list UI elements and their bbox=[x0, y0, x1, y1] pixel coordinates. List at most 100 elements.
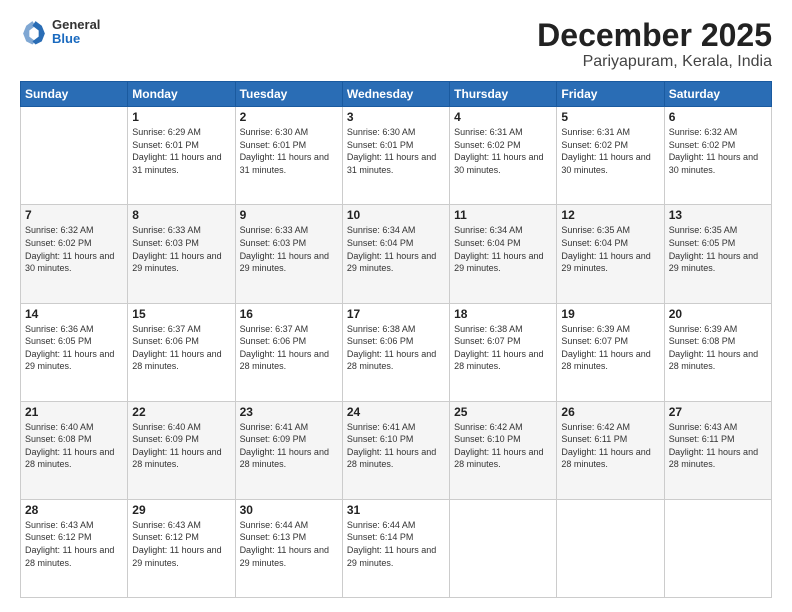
calendar-title: December 2025 bbox=[537, 18, 772, 53]
day-number: 7 bbox=[25, 208, 123, 222]
calendar-week-4: 28 Sunrise: 6:43 AM Sunset: 6:12 PM Dayl… bbox=[21, 499, 772, 597]
day-info: Sunrise: 6:42 AM Sunset: 6:10 PM Dayligh… bbox=[454, 421, 552, 471]
day-number: 11 bbox=[454, 208, 552, 222]
calendar-cell: 8 Sunrise: 6:33 AM Sunset: 6:03 PM Dayli… bbox=[128, 205, 235, 303]
day-number: 21 bbox=[25, 405, 123, 419]
weekday-header-monday: Monday bbox=[128, 82, 235, 107]
logo-blue-text: Blue bbox=[52, 32, 100, 46]
header: General Blue December 2025 Pariyapuram, … bbox=[20, 18, 772, 71]
day-number: 10 bbox=[347, 208, 445, 222]
calendar-cell: 3 Sunrise: 6:30 AM Sunset: 6:01 PM Dayli… bbox=[342, 107, 449, 205]
weekday-header-tuesday: Tuesday bbox=[235, 82, 342, 107]
calendar-cell: 9 Sunrise: 6:33 AM Sunset: 6:03 PM Dayli… bbox=[235, 205, 342, 303]
day-info: Sunrise: 6:38 AM Sunset: 6:06 PM Dayligh… bbox=[347, 323, 445, 373]
calendar-week-0: 1 Sunrise: 6:29 AM Sunset: 6:01 PM Dayli… bbox=[21, 107, 772, 205]
day-info: Sunrise: 6:36 AM Sunset: 6:05 PM Dayligh… bbox=[25, 323, 123, 373]
day-number: 29 bbox=[132, 503, 230, 517]
weekday-header-saturday: Saturday bbox=[664, 82, 771, 107]
calendar-cell: 7 Sunrise: 6:32 AM Sunset: 6:02 PM Dayli… bbox=[21, 205, 128, 303]
day-number: 4 bbox=[454, 110, 552, 124]
calendar-cell: 24 Sunrise: 6:41 AM Sunset: 6:10 PM Dayl… bbox=[342, 401, 449, 499]
weekday-header-friday: Friday bbox=[557, 82, 664, 107]
day-number: 6 bbox=[669, 110, 767, 124]
day-info: Sunrise: 6:30 AM Sunset: 6:01 PM Dayligh… bbox=[347, 126, 445, 176]
calendar-cell: 11 Sunrise: 6:34 AM Sunset: 6:04 PM Dayl… bbox=[450, 205, 557, 303]
day-number: 24 bbox=[347, 405, 445, 419]
calendar-cell: 27 Sunrise: 6:43 AM Sunset: 6:11 PM Dayl… bbox=[664, 401, 771, 499]
day-info: Sunrise: 6:33 AM Sunset: 6:03 PM Dayligh… bbox=[132, 224, 230, 274]
day-info: Sunrise: 6:41 AM Sunset: 6:10 PM Dayligh… bbox=[347, 421, 445, 471]
calendar-cell: 6 Sunrise: 6:32 AM Sunset: 6:02 PM Dayli… bbox=[664, 107, 771, 205]
calendar-cell: 17 Sunrise: 6:38 AM Sunset: 6:06 PM Dayl… bbox=[342, 303, 449, 401]
day-number: 14 bbox=[25, 307, 123, 321]
calendar-cell: 22 Sunrise: 6:40 AM Sunset: 6:09 PM Dayl… bbox=[128, 401, 235, 499]
calendar-body: 1 Sunrise: 6:29 AM Sunset: 6:01 PM Dayli… bbox=[21, 107, 772, 598]
day-info: Sunrise: 6:35 AM Sunset: 6:05 PM Dayligh… bbox=[669, 224, 767, 274]
weekday-header-sunday: Sunday bbox=[21, 82, 128, 107]
day-number: 5 bbox=[561, 110, 659, 124]
calendar-week-2: 14 Sunrise: 6:36 AM Sunset: 6:05 PM Dayl… bbox=[21, 303, 772, 401]
calendar-cell: 1 Sunrise: 6:29 AM Sunset: 6:01 PM Dayli… bbox=[128, 107, 235, 205]
calendar-cell bbox=[557, 499, 664, 597]
day-number: 16 bbox=[240, 307, 338, 321]
day-info: Sunrise: 6:29 AM Sunset: 6:01 PM Dayligh… bbox=[132, 126, 230, 176]
calendar-cell: 16 Sunrise: 6:37 AM Sunset: 6:06 PM Dayl… bbox=[235, 303, 342, 401]
day-number: 2 bbox=[240, 110, 338, 124]
day-number: 30 bbox=[240, 503, 338, 517]
calendar-cell: 5 Sunrise: 6:31 AM Sunset: 6:02 PM Dayli… bbox=[557, 107, 664, 205]
day-info: Sunrise: 6:32 AM Sunset: 6:02 PM Dayligh… bbox=[669, 126, 767, 176]
day-info: Sunrise: 6:34 AM Sunset: 6:04 PM Dayligh… bbox=[347, 224, 445, 274]
calendar-cell: 14 Sunrise: 6:36 AM Sunset: 6:05 PM Dayl… bbox=[21, 303, 128, 401]
day-info: Sunrise: 6:44 AM Sunset: 6:14 PM Dayligh… bbox=[347, 519, 445, 569]
day-info: Sunrise: 6:37 AM Sunset: 6:06 PM Dayligh… bbox=[240, 323, 338, 373]
calendar-cell: 28 Sunrise: 6:43 AM Sunset: 6:12 PM Dayl… bbox=[21, 499, 128, 597]
day-info: Sunrise: 6:34 AM Sunset: 6:04 PM Dayligh… bbox=[454, 224, 552, 274]
calendar-cell: 15 Sunrise: 6:37 AM Sunset: 6:06 PM Dayl… bbox=[128, 303, 235, 401]
logo-general-text: General bbox=[52, 18, 100, 32]
calendar-cell: 30 Sunrise: 6:44 AM Sunset: 6:13 PM Dayl… bbox=[235, 499, 342, 597]
day-info: Sunrise: 6:40 AM Sunset: 6:08 PM Dayligh… bbox=[25, 421, 123, 471]
day-number: 31 bbox=[347, 503, 445, 517]
calendar-cell: 21 Sunrise: 6:40 AM Sunset: 6:08 PM Dayl… bbox=[21, 401, 128, 499]
day-number: 23 bbox=[240, 405, 338, 419]
calendar-cell: 4 Sunrise: 6:31 AM Sunset: 6:02 PM Dayli… bbox=[450, 107, 557, 205]
day-info: Sunrise: 6:37 AM Sunset: 6:06 PM Dayligh… bbox=[132, 323, 230, 373]
day-number: 13 bbox=[669, 208, 767, 222]
day-number: 18 bbox=[454, 307, 552, 321]
logo: General Blue bbox=[20, 18, 100, 47]
calendar-subtitle: Pariyapuram, Kerala, India bbox=[537, 53, 772, 71]
day-number: 1 bbox=[132, 110, 230, 124]
day-number: 25 bbox=[454, 405, 552, 419]
day-number: 19 bbox=[561, 307, 659, 321]
calendar-cell: 10 Sunrise: 6:34 AM Sunset: 6:04 PM Dayl… bbox=[342, 205, 449, 303]
day-number: 3 bbox=[347, 110, 445, 124]
day-info: Sunrise: 6:42 AM Sunset: 6:11 PM Dayligh… bbox=[561, 421, 659, 471]
day-number: 12 bbox=[561, 208, 659, 222]
day-info: Sunrise: 6:35 AM Sunset: 6:04 PM Dayligh… bbox=[561, 224, 659, 274]
calendar-week-3: 21 Sunrise: 6:40 AM Sunset: 6:08 PM Dayl… bbox=[21, 401, 772, 499]
calendar-cell: 25 Sunrise: 6:42 AM Sunset: 6:10 PM Dayl… bbox=[450, 401, 557, 499]
calendar-cell: 23 Sunrise: 6:41 AM Sunset: 6:09 PM Dayl… bbox=[235, 401, 342, 499]
day-number: 15 bbox=[132, 307, 230, 321]
weekday-header-thursday: Thursday bbox=[450, 82, 557, 107]
day-number: 17 bbox=[347, 307, 445, 321]
day-number: 9 bbox=[240, 208, 338, 222]
calendar-cell: 19 Sunrise: 6:39 AM Sunset: 6:07 PM Dayl… bbox=[557, 303, 664, 401]
day-number: 26 bbox=[561, 405, 659, 419]
title-block: December 2025 Pariyapuram, Kerala, India bbox=[537, 18, 772, 71]
day-number: 27 bbox=[669, 405, 767, 419]
calendar-cell bbox=[664, 499, 771, 597]
calendar-cell: 31 Sunrise: 6:44 AM Sunset: 6:14 PM Dayl… bbox=[342, 499, 449, 597]
day-info: Sunrise: 6:32 AM Sunset: 6:02 PM Dayligh… bbox=[25, 224, 123, 274]
day-info: Sunrise: 6:43 AM Sunset: 6:11 PM Dayligh… bbox=[669, 421, 767, 471]
weekday-header-wednesday: Wednesday bbox=[342, 82, 449, 107]
day-info: Sunrise: 6:38 AM Sunset: 6:07 PM Dayligh… bbox=[454, 323, 552, 373]
day-info: Sunrise: 6:43 AM Sunset: 6:12 PM Dayligh… bbox=[25, 519, 123, 569]
day-info: Sunrise: 6:43 AM Sunset: 6:12 PM Dayligh… bbox=[132, 519, 230, 569]
logo-text: General Blue bbox=[52, 18, 100, 47]
day-info: Sunrise: 6:31 AM Sunset: 6:02 PM Dayligh… bbox=[561, 126, 659, 176]
day-info: Sunrise: 6:31 AM Sunset: 6:02 PM Dayligh… bbox=[454, 126, 552, 176]
day-info: Sunrise: 6:40 AM Sunset: 6:09 PM Dayligh… bbox=[132, 421, 230, 471]
calendar-cell: 12 Sunrise: 6:35 AM Sunset: 6:04 PM Dayl… bbox=[557, 205, 664, 303]
calendar-header: SundayMondayTuesdayWednesdayThursdayFrid… bbox=[21, 82, 772, 107]
